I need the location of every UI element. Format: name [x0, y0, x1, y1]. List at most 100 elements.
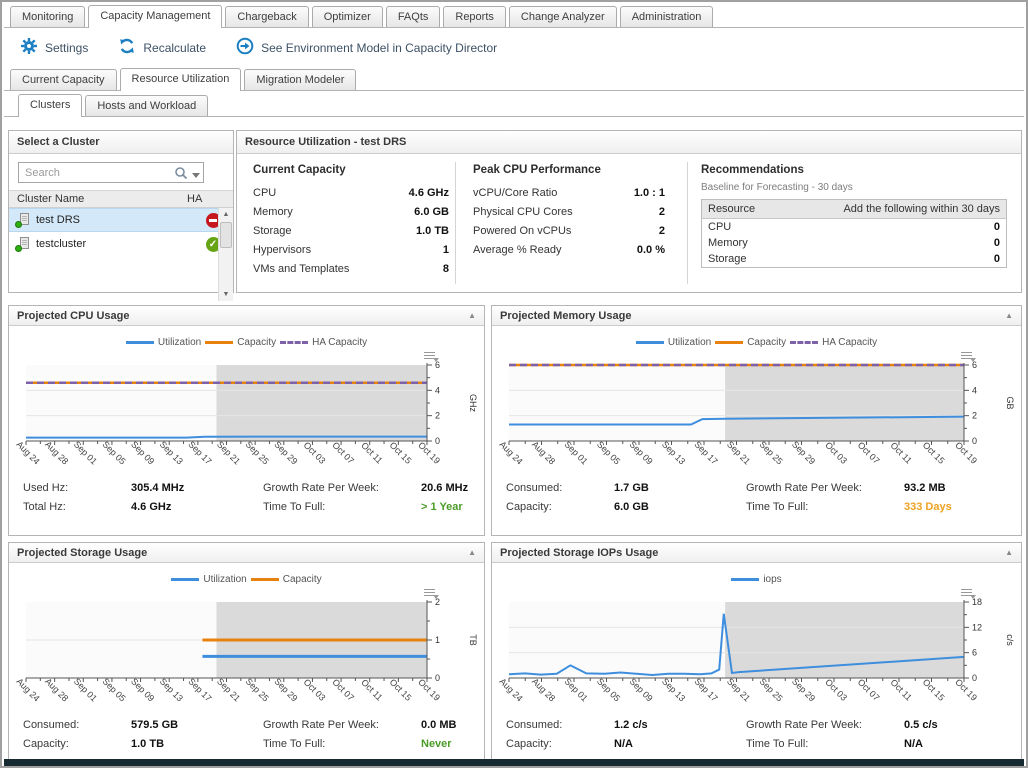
collapse-icon[interactable]: ▲	[468, 311, 476, 320]
scroll-down-icon[interactable]: ▼	[223, 288, 230, 301]
svg-text:Sep 25: Sep 25	[244, 676, 271, 703]
stat-value: Never	[421, 738, 476, 750]
panel-title: Projected Storage Usage	[17, 547, 147, 559]
chart-legend: UtilizationCapacityHA Capacity	[9, 330, 484, 355]
legend-item: Utilization	[636, 337, 711, 348]
stat-value: 4.6 GHz	[131, 501, 263, 513]
cluster-name: testcluster	[31, 238, 193, 250]
capacity-tab-bar: Current Capacity Resource Utilization Mi…	[4, 66, 1024, 91]
tab-reports[interactable]: Reports	[443, 6, 506, 27]
stat-value: 333 Days	[904, 501, 1013, 513]
metric-label: VMs and Templates	[253, 263, 349, 275]
svg-text:Sep 13: Sep 13	[660, 439, 687, 466]
svg-text:Sep 09: Sep 09	[627, 439, 654, 466]
chart-stats: Used Hz: 305.4 MHz Growth Rate Per Week:…	[23, 482, 476, 513]
rec-resource: Memory	[702, 235, 781, 251]
stat-label: Growth Rate Per Week:	[263, 719, 421, 731]
cluster-row-test-drs[interactable]: test DRS	[9, 208, 233, 232]
svg-text:GB: GB	[1005, 396, 1014, 409]
metric-label: Hypervisors	[253, 244, 311, 256]
tab-clusters[interactable]: Clusters	[18, 94, 82, 117]
chart-stats: Consumed: 1.7 GB Growth Rate Per Week: 9…	[506, 482, 1013, 513]
svg-text:Aug 28: Aug 28	[530, 439, 557, 466]
resource-utilization-panel: Resource Utilization - test DRS Current …	[236, 130, 1022, 293]
svg-text:Sep 13: Sep 13	[660, 676, 687, 703]
tab-faqts[interactable]: FAQts	[386, 6, 441, 27]
svg-text:Oct 03: Oct 03	[823, 677, 849, 703]
svg-text:4: 4	[435, 385, 440, 395]
recalculate-button[interactable]: Recalculate	[118, 37, 206, 58]
svg-text:Oct 03: Oct 03	[302, 677, 328, 703]
column-ha: HA	[187, 193, 233, 205]
tab-chargeback[interactable]: Chargeback	[225, 6, 308, 27]
metric-value: 2	[659, 206, 665, 218]
rec-value: 0	[781, 251, 1007, 268]
tab-capacity-management[interactable]: Capacity Management	[88, 5, 222, 28]
svg-text:Oct 03: Oct 03	[302, 440, 328, 466]
svg-text:Oct 11: Oct 11	[359, 677, 384, 702]
svg-text:Oct 07: Oct 07	[330, 440, 356, 466]
see-environment-model-link[interactable]: See Environment Model in Capacity Direct…	[236, 37, 497, 58]
tab-migration-modeler[interactable]: Migration Modeler	[244, 69, 356, 90]
search-icon[interactable]	[174, 166, 188, 185]
legend-item: iops	[731, 574, 781, 585]
view-tab-bar: Clusters Hosts and Workload	[4, 92, 1024, 117]
table-row: Memory0	[702, 235, 1007, 251]
svg-text:Sep 21: Sep 21	[725, 676, 752, 703]
svg-text:Oct 11: Oct 11	[888, 677, 913, 702]
tab-administration[interactable]: Administration	[620, 6, 714, 27]
scroll-up-icon[interactable]: ▲	[223, 208, 230, 221]
svg-text:Aug 28: Aug 28	[43, 676, 70, 703]
collapse-icon[interactable]: ▲	[1005, 548, 1013, 557]
svg-text:Sep 01: Sep 01	[72, 439, 99, 466]
stat-label: Time To Full:	[746, 501, 904, 513]
tab-current-capacity[interactable]: Current Capacity	[10, 69, 117, 90]
scrollbar[interactable]: ▲ ▼	[218, 208, 233, 301]
search-options-caret-icon[interactable]	[192, 173, 200, 178]
panel-title: Projected Storage IOPs Usage	[500, 547, 658, 559]
settings-button[interactable]: Settings	[20, 37, 88, 58]
chart-stats: Consumed: 1.2 c/s Growth Rate Per Week: …	[506, 719, 1013, 750]
current-capacity-heading: Current Capacity	[253, 164, 449, 176]
scroll-thumb[interactable]	[220, 222, 232, 248]
collapse-icon[interactable]: ▲	[468, 548, 476, 557]
svg-text:1: 1	[435, 635, 440, 645]
svg-text:Aug 24: Aug 24	[499, 676, 525, 703]
rec-value: 0	[781, 235, 1007, 251]
svg-text:Aug 28: Aug 28	[530, 676, 557, 703]
tab-hosts-and-workload[interactable]: Hosts and Workload	[85, 95, 208, 116]
stat-label: Growth Rate Per Week:	[746, 482, 904, 494]
metric-value: 2	[659, 225, 665, 237]
svg-text:Aug 28: Aug 28	[43, 439, 70, 466]
svg-text:Oct 15: Oct 15	[921, 677, 947, 703]
rec-col-add: Add the following within 30 days	[781, 200, 1007, 219]
column-cluster-name: Cluster Name	[9, 193, 187, 205]
stat-value: > 1 Year	[421, 501, 476, 513]
arrow-right-circle-icon	[236, 37, 254, 58]
svg-text:Sep 05: Sep 05	[595, 439, 622, 466]
cluster-row-testcluster[interactable]: testcluster ✓	[9, 232, 233, 256]
svg-text:Sep 29: Sep 29	[272, 676, 299, 703]
svg-text:Sep 05: Sep 05	[100, 676, 127, 703]
collapse-icon[interactable]: ▲	[1005, 311, 1013, 320]
metric-value: 1	[443, 244, 449, 256]
bottom-bar	[4, 759, 1024, 766]
panel-projected-memory-usage: Projected Memory Usage ▲ UtilizationCapa…	[491, 305, 1022, 536]
stat-label: Capacity:	[506, 738, 614, 750]
svg-text:Sep 05: Sep 05	[100, 439, 127, 466]
tab-resource-utilization[interactable]: Resource Utilization	[120, 68, 242, 91]
svg-text:Sep 17: Sep 17	[692, 676, 719, 703]
tab-optimizer[interactable]: Optimizer	[312, 6, 383, 27]
stat-value: N/A	[904, 738, 1013, 750]
chart-stats: Consumed: 579.5 GB Growth Rate Per Week:…	[23, 719, 476, 750]
settings-label: Settings	[45, 41, 88, 55]
chart-legend: UtilizationCapacityHA Capacity	[492, 330, 1021, 355]
tab-monitoring[interactable]: Monitoring	[10, 6, 85, 27]
tab-change-analyzer[interactable]: Change Analyzer	[509, 6, 617, 27]
svg-text:Sep 09: Sep 09	[627, 676, 654, 703]
main-tab-bar: Monitoring Capacity Management Chargebac…	[4, 2, 1024, 28]
svg-text:Sep 25: Sep 25	[757, 676, 784, 703]
svg-text:2: 2	[435, 411, 440, 421]
rec-value: 0	[781, 219, 1007, 236]
svg-text:Sep 05: Sep 05	[595, 676, 622, 703]
